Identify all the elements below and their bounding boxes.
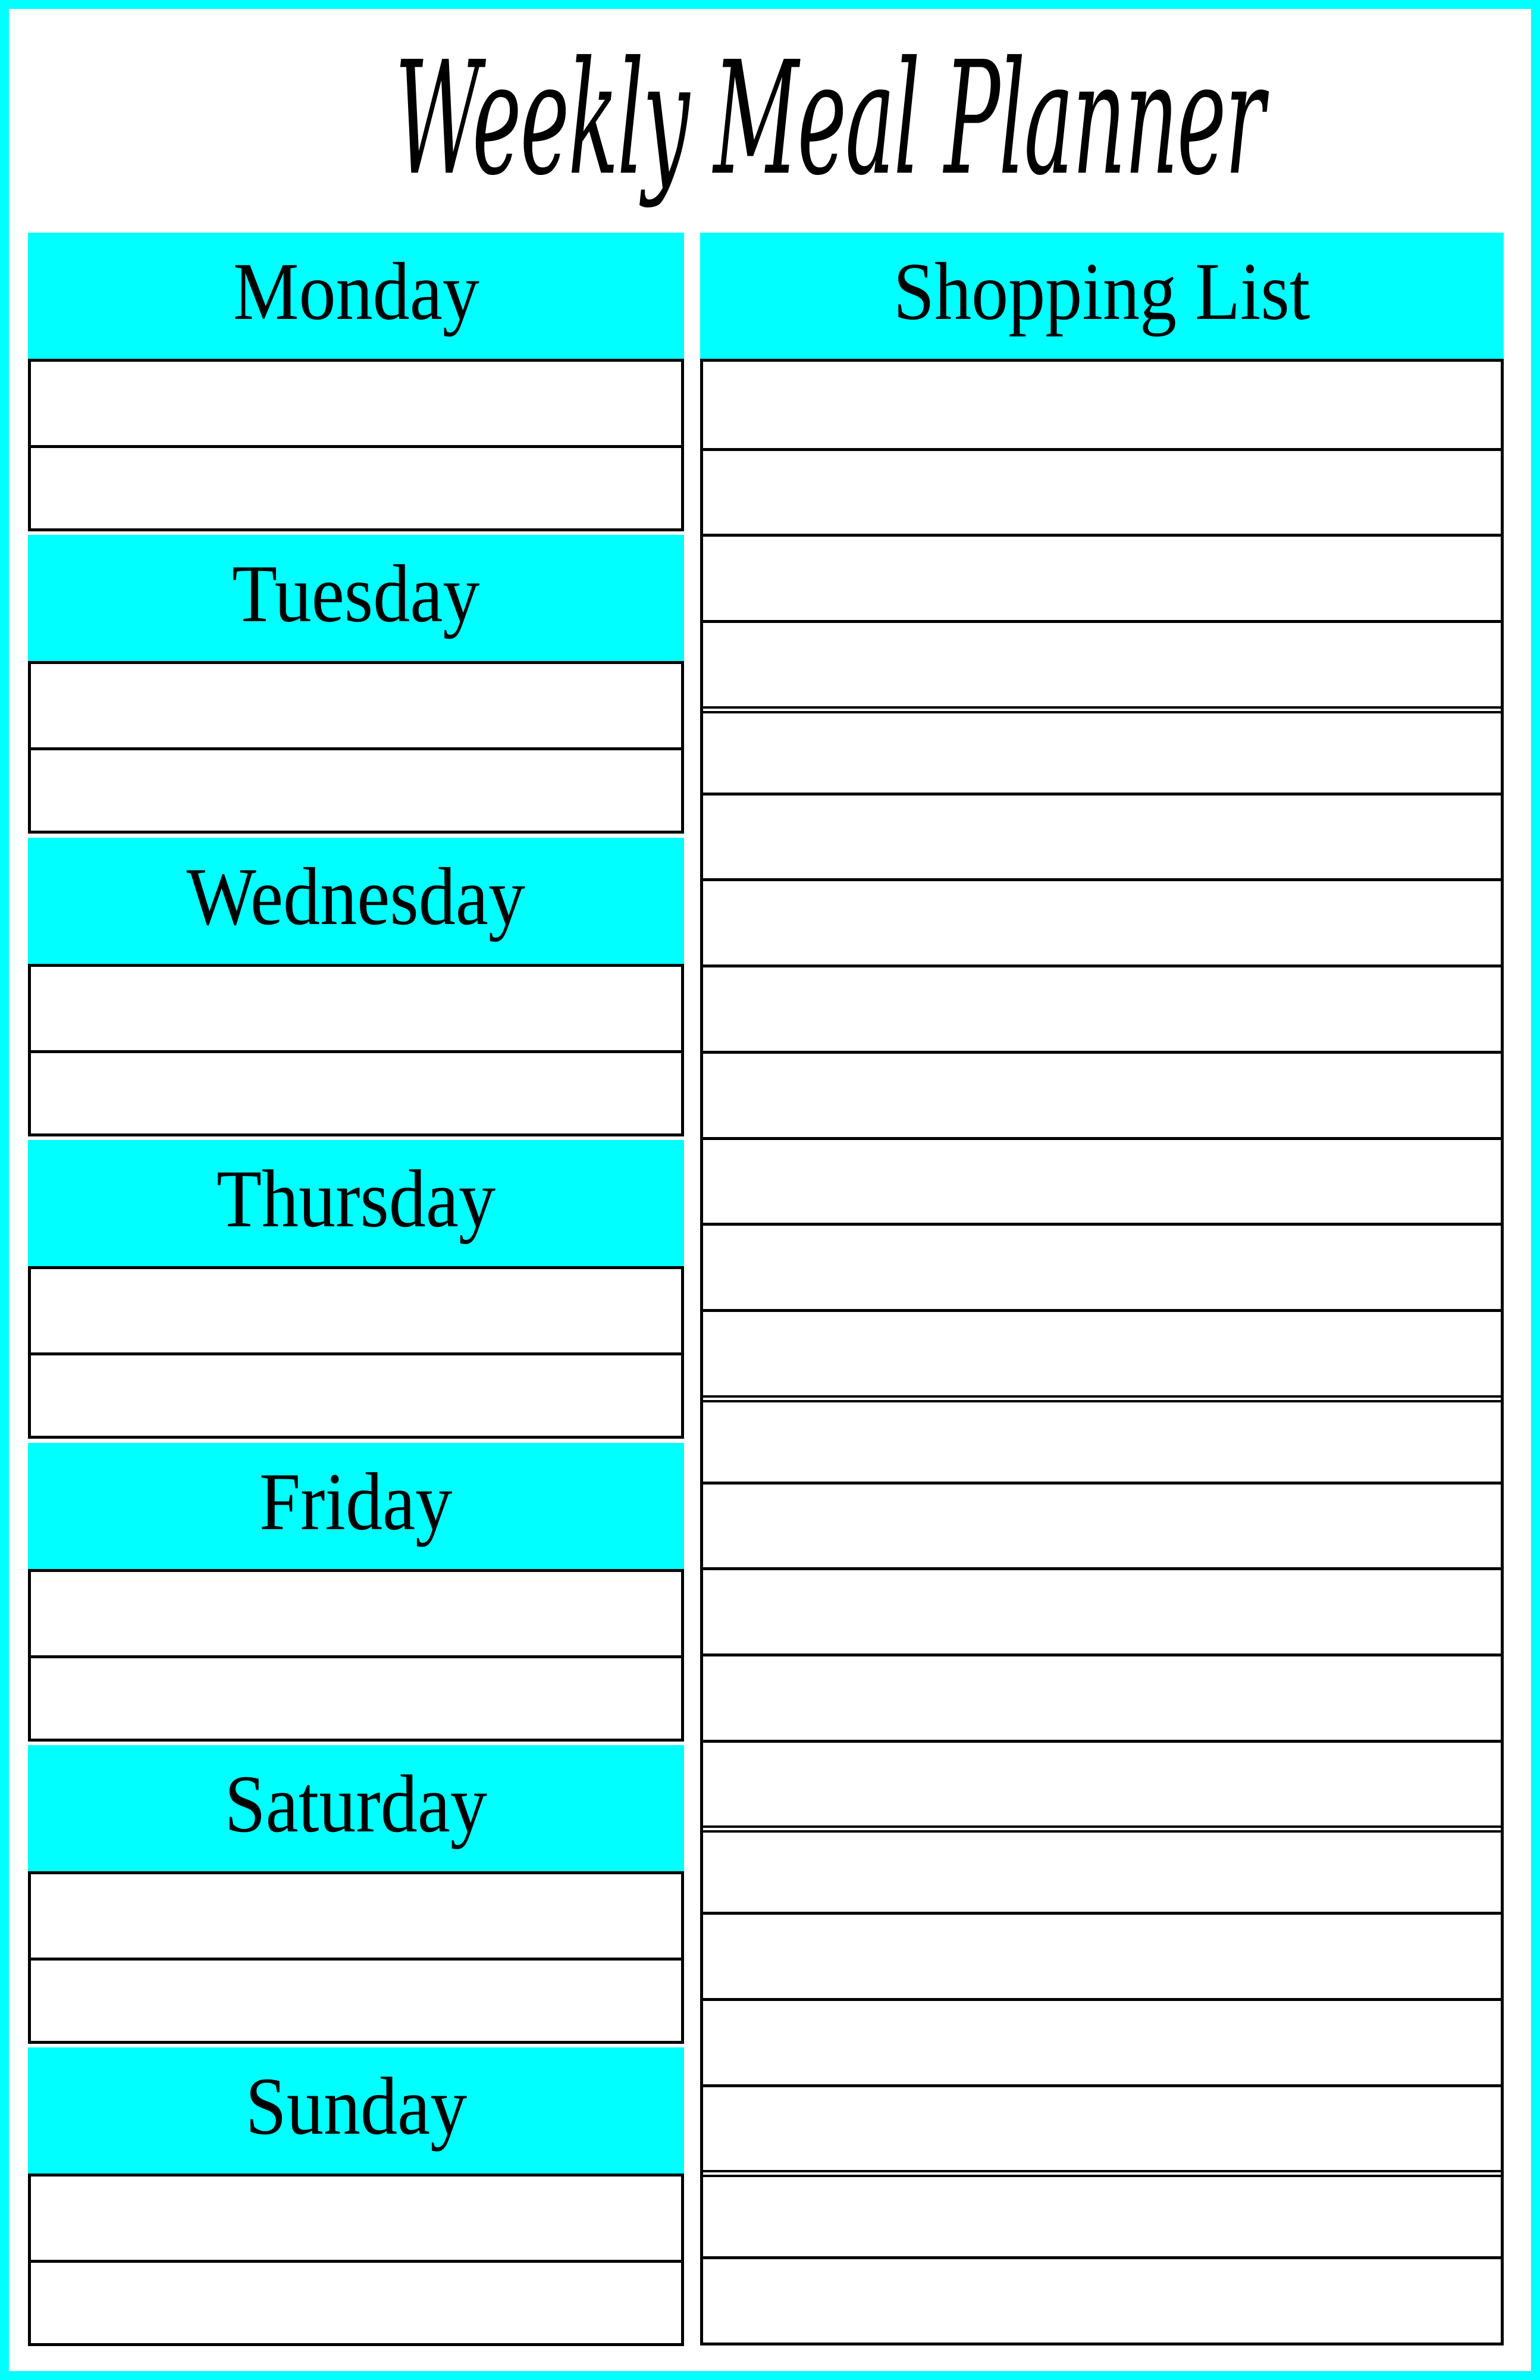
meal-entry-field[interactable] (31, 2177, 681, 2260)
shopping-list-item-field[interactable] (703, 792, 1501, 879)
shopping-list-item-field[interactable] (703, 534, 1501, 621)
shopping-list-item-field[interactable] (703, 1136, 1501, 1223)
shopping-list-item-field[interactable] (703, 1825, 1501, 1912)
day-header: Thursday (28, 1140, 684, 1266)
day-header: Monday (28, 233, 684, 359)
day-label: Monday (233, 245, 479, 337)
shopping-list-item-field[interactable] (703, 1912, 1501, 1998)
day-header: Wednesday (28, 838, 684, 964)
shopping-list-item-field[interactable] (703, 1395, 1501, 1482)
meal-entry-field[interactable] (31, 967, 681, 1050)
meal-entry-field[interactable] (31, 1572, 681, 1655)
day-label: Sunday (245, 2060, 467, 2152)
shopping-list-item-field[interactable] (703, 964, 1501, 1051)
shopping-list-item-field[interactable] (703, 1481, 1501, 1568)
day-section-tuesday: Tuesday (28, 535, 684, 834)
day-label: Wednesday (186, 850, 526, 942)
day-section-monday: Monday (28, 233, 684, 531)
day-label: Saturday (224, 1758, 488, 1849)
shopping-list-item-field[interactable] (703, 2256, 1501, 2343)
day-section-thursday: Thursday (28, 1140, 684, 1439)
shopping-list-item-field[interactable] (703, 1567, 1501, 1654)
meal-entry-field[interactable] (31, 362, 681, 445)
meal-rows (28, 359, 684, 531)
meal-entry-field[interactable] (31, 747, 681, 831)
day-header: Tuesday (28, 535, 684, 661)
meal-entry-field[interactable] (31, 1352, 681, 1436)
day-header: Friday (28, 1443, 684, 1569)
day-section-saturday: Saturday (28, 1745, 684, 2044)
meal-entry-field[interactable] (31, 1269, 681, 1352)
page-title-text: Weekly Meal Planner (394, 27, 1265, 210)
shopping-list-item-field[interactable] (703, 1050, 1501, 1137)
meal-rows (28, 661, 684, 834)
shopping-list-item-field[interactable] (703, 1223, 1501, 1310)
day-label: Tuesday (232, 547, 480, 639)
meal-rows (28, 1266, 684, 1439)
day-header: Sunday (28, 2047, 684, 2174)
meal-rows (28, 1871, 684, 2044)
meal-entry-field[interactable] (31, 445, 681, 528)
shopping-list-item-field[interactable] (703, 2170, 1501, 2257)
meal-entry-field[interactable] (31, 1050, 681, 1133)
shopping-list-item-field[interactable] (703, 1654, 1501, 1740)
shopping-list-item-field[interactable] (703, 447, 1501, 534)
meal-rows (28, 2174, 684, 2346)
meal-rows (28, 1569, 684, 1742)
meal-entry-field[interactable] (31, 1958, 681, 2041)
shopping-list-item-field[interactable] (703, 1739, 1501, 1826)
shopping-list-header: Shopping List (700, 233, 1504, 359)
shopping-list-item-field[interactable] (703, 2084, 1501, 2171)
page-title: Weekly Meal Planner (0, 31, 1540, 206)
shopping-list-label: Shopping List (893, 245, 1310, 337)
meal-entry-field[interactable] (31, 2260, 681, 2343)
day-section-wednesday: Wednesday (28, 838, 684, 1136)
shopping-list-item-field[interactable] (703, 706, 1501, 793)
day-section-friday: Friday (28, 1443, 684, 1742)
shopping-list-item-field[interactable] (703, 362, 1501, 448)
shopping-list-item-field[interactable] (703, 620, 1501, 706)
meal-rows (28, 964, 684, 1136)
meal-entry-field[interactable] (31, 1655, 681, 1739)
shopping-list-item-field[interactable] (703, 1309, 1501, 1395)
day-section-sunday: Sunday (28, 2047, 684, 2346)
meal-entry-field[interactable] (31, 1874, 681, 1958)
day-header: Saturday (28, 1745, 684, 1871)
shopping-list-item-field[interactable] (703, 1997, 1501, 2084)
shopping-list-rows (700, 359, 1504, 2345)
day-label: Friday (259, 1455, 453, 1547)
day-label: Thursday (216, 1153, 496, 1244)
shopping-list-item-field[interactable] (703, 878, 1501, 965)
meal-entry-field[interactable] (31, 664, 681, 747)
shopping-list-column: Shopping List (700, 233, 1504, 2345)
